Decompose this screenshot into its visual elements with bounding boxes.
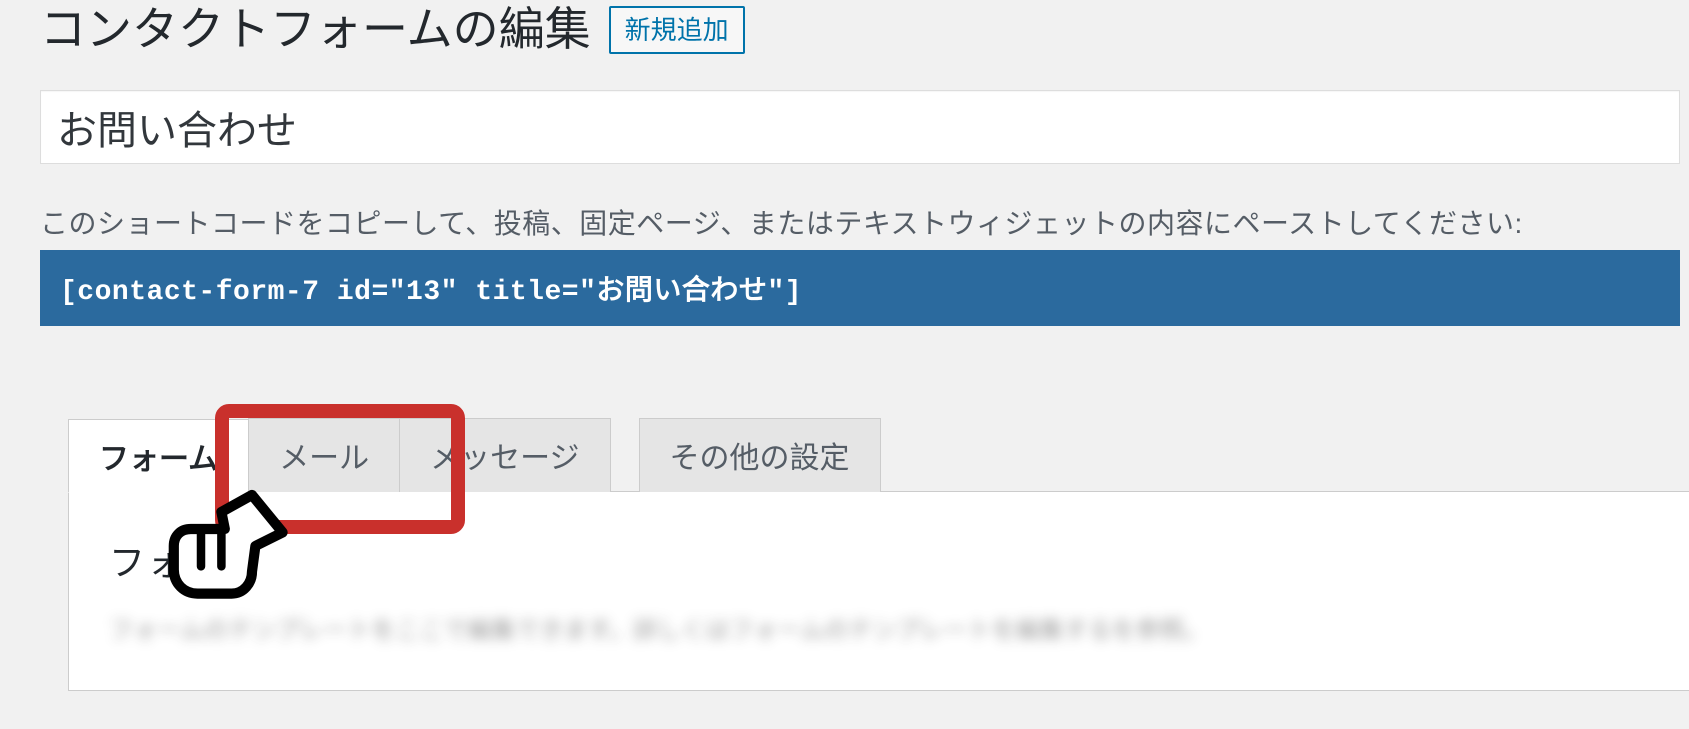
tab-mail[interactable]: メール [248, 418, 400, 492]
form-title-input[interactable] [40, 90, 1680, 164]
page-title: コンタクトフォームの編集 [40, 0, 591, 60]
tab-content-description: フォームのテンプレートをここで編集できます。詳しくはフォームのテンプレートを編集… [109, 610, 1667, 645]
tab-form[interactable]: フォーム [68, 419, 249, 493]
shortcode-value[interactable]: [contact-form-7 id="13" title="お問い合わせ"] [40, 250, 1680, 326]
shortcode-instruction-label: このショートコードをコピーして、投稿、固定ページ、またはテキストウィジェットの内… [40, 202, 1689, 242]
tab-messages[interactable]: メッセージ [399, 418, 610, 492]
tab-content-heading: フォーム [109, 534, 1667, 586]
tab-bar: フォーム メール メッセージ その他の設定 [68, 418, 1689, 492]
tab-content-panel: フォーム フォームのテンプレートをここで編集できます。詳しくはフォームのテンプレ… [68, 491, 1689, 691]
tab-additional-settings[interactable]: その他の設定 [639, 418, 881, 492]
add-new-button[interactable]: 新規追加 [609, 6, 745, 54]
